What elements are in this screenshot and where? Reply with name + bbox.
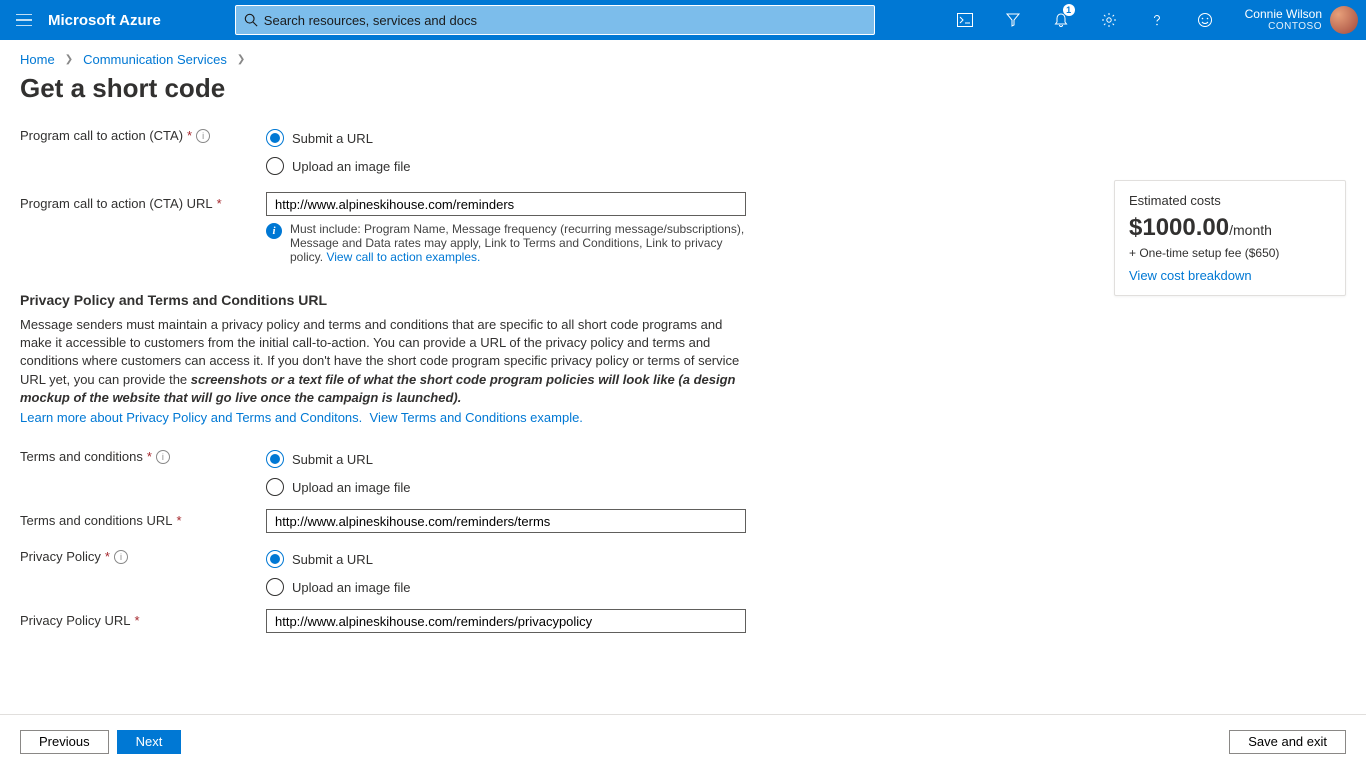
cta-url-label: Program call to action (CTA) URL <box>20 196 213 211</box>
notification-badge: 1 <box>1063 4 1075 16</box>
radio-label: Submit a URL <box>292 452 373 467</box>
hamburger-menu-button[interactable] <box>0 0 48 40</box>
filter-icon <box>1005 12 1021 28</box>
page-title: Get a short code <box>0 73 1366 120</box>
chevron-right-icon: ❯ <box>237 54 245 65</box>
breadcrumb-home[interactable]: Home <box>20 52 55 67</box>
avatar <box>1330 6 1358 34</box>
notifications-button[interactable]: 1 <box>1037 0 1085 40</box>
cta-label: Program call to action (CTA) <box>20 128 183 143</box>
next-button[interactable]: Next <box>117 730 182 754</box>
radio-icon <box>266 550 284 568</box>
chevron-right-icon: ❯ <box>65 54 73 65</box>
cta-radio-url[interactable]: Submit a URL <box>266 124 746 152</box>
view-terms-example-link[interactable]: View Terms and Conditions example. <box>370 410 583 425</box>
search-input[interactable] <box>264 13 866 28</box>
cloud-shell-button[interactable] <box>941 0 989 40</box>
cloud-shell-icon <box>957 13 973 27</box>
user-name: Connie Wilson <box>1245 7 1322 21</box>
radio-icon <box>266 578 284 596</box>
account-button[interactable]: Connie Wilson CONTOSO <box>1229 6 1366 34</box>
brand-label: Microsoft Azure <box>48 12 185 29</box>
terms-radio-url[interactable]: Submit a URL <box>266 445 746 473</box>
radio-label: Upload an image file <box>292 580 411 595</box>
breadcrumb-service[interactable]: Communication Services <box>83 52 227 67</box>
radio-label: Submit a URL <box>292 552 373 567</box>
cta-url-input[interactable] <box>266 192 746 216</box>
breadcrumb: Home ❯ Communication Services ❯ <box>0 40 1366 73</box>
directories-button[interactable] <box>989 0 1037 40</box>
costs-amount: $1000.00 <box>1129 214 1229 241</box>
cost-breakdown-link[interactable]: View cost breakdown <box>1129 268 1252 283</box>
user-tenant: CONTOSO <box>1245 21 1322 33</box>
radio-label: Submit a URL <box>292 131 373 146</box>
radio-label: Upload an image file <box>292 480 411 495</box>
privacy-radio-upload[interactable]: Upload an image file <box>266 573 746 601</box>
costs-title: Estimated costs <box>1129 193 1331 208</box>
settings-button[interactable] <box>1085 0 1133 40</box>
required-mark: * <box>217 196 222 211</box>
info-icon[interactable]: i <box>196 129 210 143</box>
costs-subtext: + One-time setup fee ($650) <box>1129 246 1331 260</box>
learn-privacy-link[interactable]: Learn more about Privacy Policy and Term… <box>20 410 362 425</box>
help-icon <box>1149 12 1165 28</box>
required-mark: * <box>147 449 152 464</box>
required-mark: * <box>135 613 140 628</box>
privacy-label: Privacy Policy <box>20 549 101 564</box>
cta-note: Must include: Program Name, Message freq… <box>290 222 746 264</box>
info-icon: i <box>266 223 282 239</box>
smiley-icon <box>1197 12 1213 28</box>
required-mark: * <box>105 549 110 564</box>
info-icon[interactable]: i <box>156 450 170 464</box>
search-icon <box>244 13 258 27</box>
privacy-section-paragraph: Message senders must maintain a privacy … <box>20 316 740 407</box>
estimated-costs-card: Estimated costs $1000.00/month + One-tim… <box>1114 180 1346 296</box>
costs-period: /month <box>1229 222 1272 238</box>
footer-bar: Previous Next Save and exit <box>0 714 1366 768</box>
radio-icon <box>266 157 284 175</box>
top-bar: Microsoft Azure 1 Connie Wilson CONT <box>0 0 1366 40</box>
hamburger-icon <box>16 14 32 26</box>
terms-url-label: Terms and conditions URL <box>20 513 172 528</box>
gear-icon <box>1101 12 1117 28</box>
save-and-exit-button[interactable]: Save and exit <box>1229 730 1346 754</box>
cta-radio-upload[interactable]: Upload an image file <box>266 152 746 180</box>
help-button[interactable] <box>1133 0 1181 40</box>
radio-icon <box>266 129 284 147</box>
terms-radio-upload[interactable]: Upload an image file <box>266 473 746 501</box>
privacy-url-input[interactable] <box>266 609 746 633</box>
privacy-radio-url[interactable]: Submit a URL <box>266 545 746 573</box>
terms-label: Terms and conditions <box>20 449 143 464</box>
global-search[interactable] <box>235 5 875 35</box>
terms-url-input[interactable] <box>266 509 746 533</box>
feedback-button[interactable] <box>1181 0 1229 40</box>
radio-icon <box>266 450 284 468</box>
privacy-section-heading: Privacy Policy and Terms and Conditions … <box>20 292 760 308</box>
info-icon[interactable]: i <box>114 550 128 564</box>
required-mark: * <box>187 128 192 143</box>
previous-button[interactable]: Previous <box>20 730 109 754</box>
radio-label: Upload an image file <box>292 159 411 174</box>
cta-examples-link[interactable]: View call to action examples. <box>326 250 480 264</box>
privacy-url-label: Privacy Policy URL <box>20 613 131 628</box>
radio-icon <box>266 478 284 496</box>
required-mark: * <box>176 513 181 528</box>
